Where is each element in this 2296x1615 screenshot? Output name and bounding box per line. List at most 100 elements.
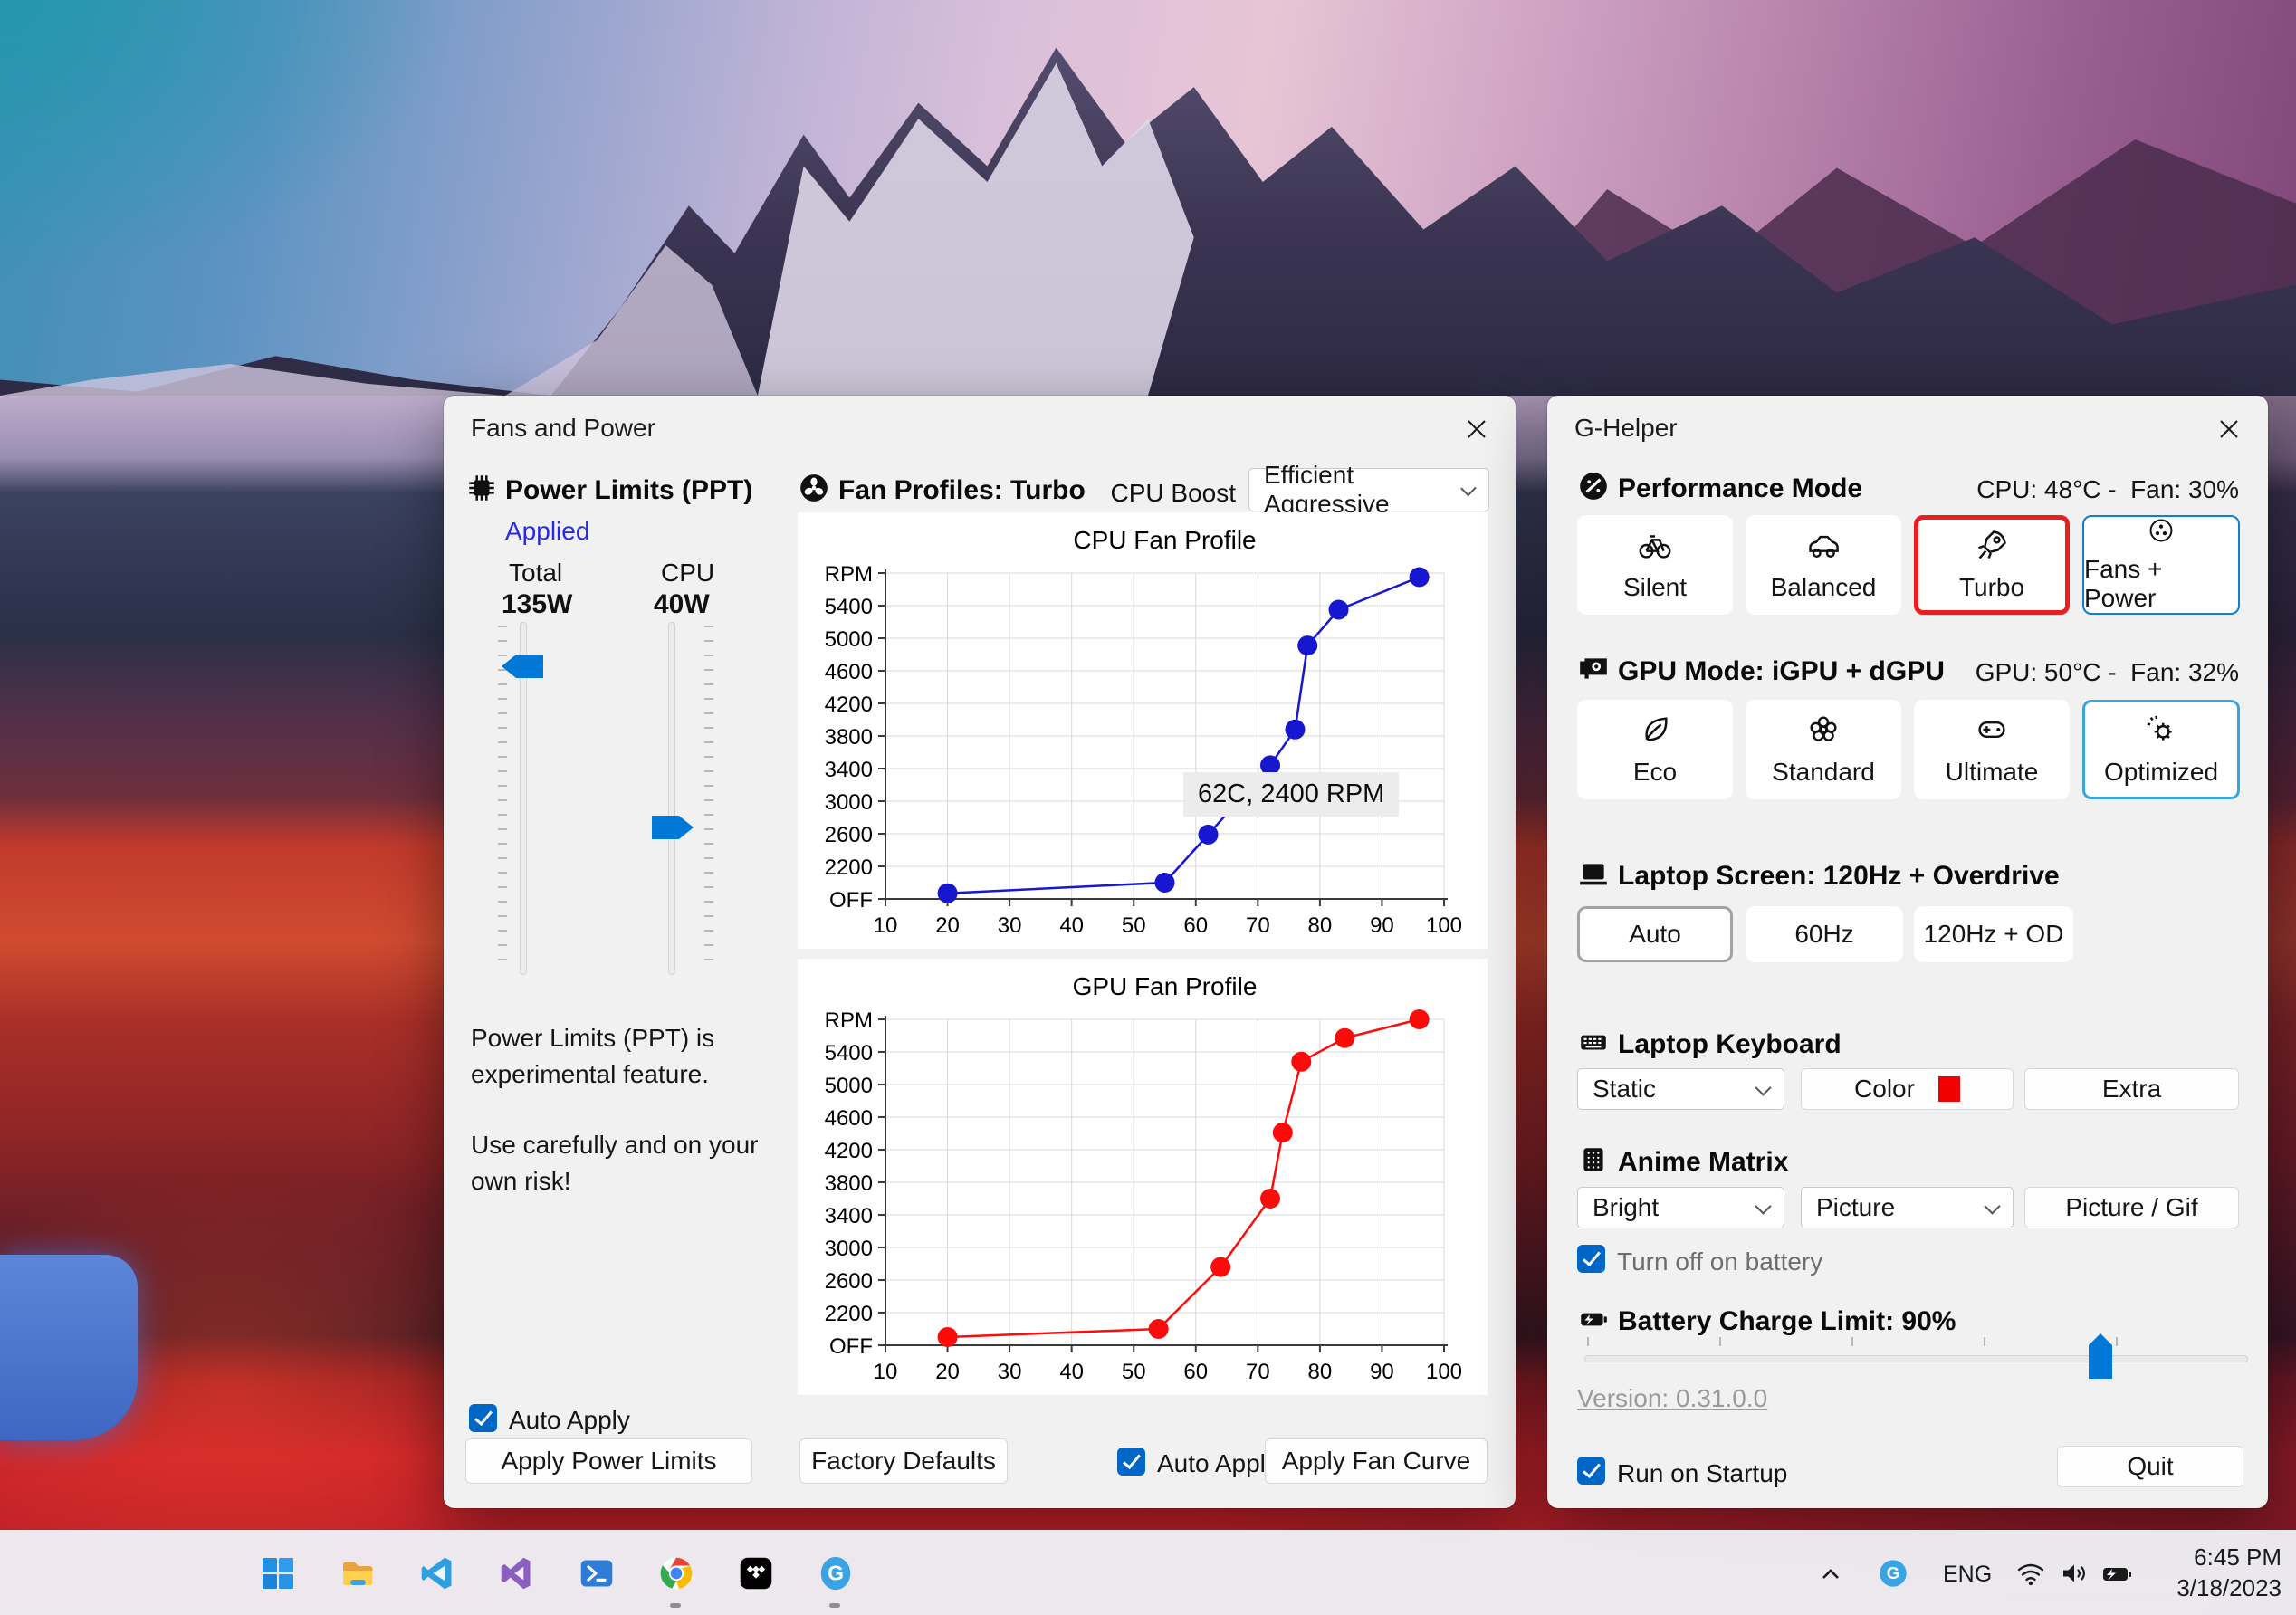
run-on-startup-checkbox[interactable] bbox=[1577, 1457, 1605, 1485]
svg-text:4200: 4200 bbox=[825, 1139, 873, 1163]
anime-matrix-heading: Anime Matrix bbox=[1618, 1147, 1789, 1177]
screen-auto-button[interactable]: Auto bbox=[1577, 906, 1733, 962]
cpu-power-slider-thumb[interactable] bbox=[652, 816, 694, 839]
keyboard-icon bbox=[1581, 1035, 1606, 1050]
visual-studio-button[interactable] bbox=[498, 1554, 536, 1592]
vscode-icon bbox=[421, 1557, 452, 1590]
language-indicator[interactable]: ENG bbox=[1943, 1562, 1992, 1588]
screen-60hz-button[interactable]: 60Hz bbox=[1746, 906, 1903, 962]
gpu-optimized-button[interactable]: Optimized bbox=[2082, 700, 2240, 799]
mode-turbo-button[interactable]: Turbo bbox=[1914, 515, 2070, 615]
version-link[interactable]: Version: 0.31.0.0 bbox=[1577, 1384, 1767, 1413]
car-icon bbox=[1809, 535, 1839, 558]
taskbar: G G ENG 6:45 PM 3/18/2023 bbox=[0, 1530, 2296, 1615]
svg-text:5400: 5400 bbox=[825, 595, 873, 619]
auto-apply-power-checkbox[interactable] bbox=[469, 1404, 497, 1432]
option-label: 120Hz + OD bbox=[1923, 920, 2064, 948]
clock[interactable]: 6:45 PM 3/18/2023 bbox=[2176, 1542, 2282, 1603]
matrix-brightness-value: Bright bbox=[1593, 1193, 1660, 1221]
gpu-fan-chart[interactable]: 10 20 30 40 50 60 70 80 90 100 OFF 2200 2600 3000 3400… bbox=[798, 959, 1488, 1400]
cpu-boost-dropdown[interactable]: Efficient Aggressive bbox=[1248, 461, 1489, 518]
laptop-screen-icon bbox=[1580, 864, 1607, 885]
svg-text:OFF: OFF bbox=[829, 888, 873, 913]
matrix-brightness-dropdown[interactable]: Bright bbox=[1577, 1187, 1784, 1228]
keyboard-mode-dropdown[interactable]: Static bbox=[1577, 1068, 1784, 1110]
wifi-button[interactable] bbox=[2014, 1556, 2048, 1591]
auto-apply-fan-label: Auto Apply bbox=[1157, 1449, 1278, 1477]
cpu-fan-chart[interactable]: 10 20 30 40 50 60 70 80 90 100 OFF 2200 2600 3000 3400… bbox=[798, 512, 1488, 953]
chrome-button[interactable] bbox=[657, 1554, 695, 1592]
tray-overflow-button[interactable] bbox=[1814, 1558, 1847, 1591]
apply-power-limits-button[interactable]: Apply Power Limits bbox=[465, 1438, 752, 1484]
cpu-fan-chart-panel: 10 20 30 40 50 60 70 80 90 100 OFF 2200 2600 3000 3400… bbox=[798, 512, 1488, 949]
mode-label: Standard bbox=[1772, 758, 1875, 786]
windows-logo-icon bbox=[263, 1558, 293, 1589]
auto-apply-power-label: Auto Apply bbox=[509, 1406, 630, 1434]
chevron-down-icon bbox=[1755, 1197, 1772, 1215]
volume-button[interactable] bbox=[2057, 1556, 2091, 1591]
svg-text:40: 40 bbox=[1059, 1360, 1084, 1384]
cpu-label: CPU bbox=[661, 559, 715, 587]
wallpaper-lake bbox=[0, 1255, 138, 1440]
matrix-mode-dropdown[interactable]: Picture bbox=[1801, 1187, 2014, 1228]
svg-text:80: 80 bbox=[1308, 913, 1333, 938]
performance-icon bbox=[1580, 473, 1607, 500]
screen-120hz-od-button[interactable]: 120Hz + OD bbox=[1914, 906, 2073, 962]
quit-button[interactable]: Quit bbox=[2057, 1446, 2243, 1487]
mode-label: Eco bbox=[1632, 758, 1678, 786]
picture-gif-button[interactable]: Picture / Gif bbox=[2024, 1187, 2239, 1228]
factory-defaults-button[interactable]: Factory Defaults bbox=[799, 1438, 1008, 1484]
fan-icon bbox=[800, 474, 828, 502]
svg-text:3800: 3800 bbox=[825, 725, 873, 750]
mode-balanced-button[interactable]: Balanced bbox=[1746, 515, 1901, 615]
mode-silent-button[interactable]: Silent bbox=[1577, 515, 1733, 615]
svg-text:5000: 5000 bbox=[825, 627, 873, 652]
gpu-standard-button[interactable]: Standard bbox=[1746, 700, 1901, 799]
apply-fan-curve-button[interactable]: Apply Fan Curve bbox=[1265, 1438, 1488, 1484]
vscode-button[interactable] bbox=[418, 1554, 456, 1592]
g-helper-running-indicator bbox=[829, 1603, 840, 1608]
tidal-button[interactable] bbox=[737, 1554, 775, 1592]
matrix-mode-value: Picture bbox=[1816, 1193, 1896, 1221]
mode-fans-power-button[interactable]: Fans + Power bbox=[2082, 515, 2240, 615]
svg-text:5400: 5400 bbox=[825, 1041, 873, 1066]
turn-off-on-battery-checkbox[interactable] bbox=[1577, 1245, 1605, 1273]
total-power-slider-thumb[interactable] bbox=[502, 655, 543, 678]
performance-mode-heading: Performance Mode bbox=[1618, 473, 1863, 503]
battery-tray-button[interactable] bbox=[2099, 1558, 2135, 1591]
total-label: Total bbox=[509, 559, 563, 587]
fans-and-power-window: Fans and Power Power Limits (PPT) Applie… bbox=[444, 396, 1516, 1508]
keyboard-color-button[interactable]: Color bbox=[1801, 1068, 2014, 1110]
start-button[interactable] bbox=[259, 1554, 297, 1592]
mode-label: Fans + Power bbox=[2084, 555, 2163, 612]
close-button[interactable] bbox=[2208, 408, 2250, 450]
gpu-eco-button[interactable]: Eco bbox=[1577, 700, 1733, 799]
svg-text:G: G bbox=[828, 1562, 844, 1585]
svg-text:20: 20 bbox=[935, 913, 960, 938]
svg-text:2200: 2200 bbox=[825, 855, 873, 880]
wifi-icon bbox=[2017, 1563, 2044, 1586]
battery-charge-slider[interactable] bbox=[1584, 1355, 2248, 1362]
gpu-card-icon bbox=[1580, 658, 1607, 679]
g-helper-taskbar-button[interactable]: G bbox=[817, 1554, 855, 1592]
cpu-temp-fan-status: CPU: 48°C - Fan: 30% bbox=[1976, 475, 2239, 503]
gpu-fan-chart-panel: 10 20 30 40 50 60 70 80 90 100 OFF 2200 2600 3000 3400… bbox=[798, 959, 1488, 1395]
gamepad-icon bbox=[1978, 721, 2005, 739]
file-explorer-button[interactable] bbox=[339, 1554, 377, 1592]
chevron-down-icon bbox=[1984, 1197, 2001, 1215]
auto-apply-fan-checkbox[interactable] bbox=[1117, 1448, 1145, 1476]
svg-text:10: 10 bbox=[874, 913, 898, 938]
cpu-boost-value: Efficient Aggressive bbox=[1264, 461, 1390, 518]
keyboard-extra-button[interactable]: Extra bbox=[2024, 1068, 2239, 1110]
g-helper-tray-button[interactable]: G bbox=[1876, 1556, 1910, 1591]
mode-label: Ultimate bbox=[1945, 758, 2039, 786]
gpu-ultimate-button[interactable]: Ultimate bbox=[1914, 700, 2070, 799]
close-button[interactable] bbox=[1456, 408, 1497, 450]
svg-text:3000: 3000 bbox=[825, 790, 873, 815]
cpu-chip-icon bbox=[469, 475, 494, 501]
cpu-power-slider[interactable] bbox=[668, 622, 675, 975]
powershell-button[interactable] bbox=[578, 1554, 616, 1592]
svg-text:3800: 3800 bbox=[825, 1171, 873, 1196]
clock-date: 3/18/2023 bbox=[2176, 1574, 2282, 1601]
battery-icon bbox=[1581, 1313, 1607, 1326]
